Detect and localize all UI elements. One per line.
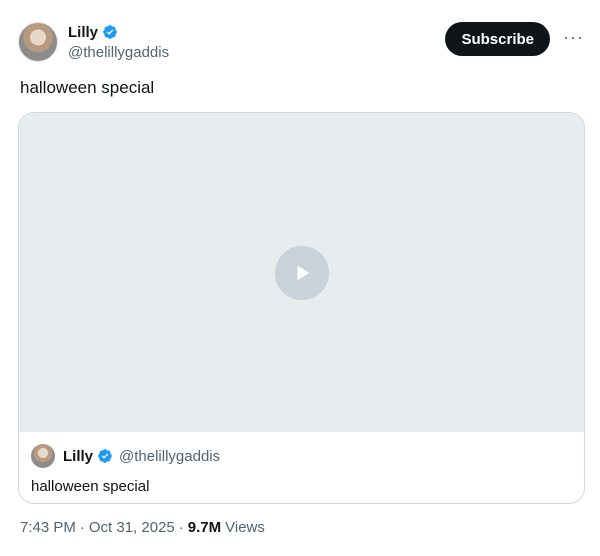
meta-separator: · bbox=[178, 519, 184, 536]
post-date[interactable]: Oct 31, 2025 bbox=[89, 519, 175, 536]
quoted-verified-badge-icon bbox=[98, 449, 112, 463]
post-meta: 7:43 PM · Oct 31, 2025 · 9.7M Views bbox=[20, 519, 265, 536]
handle[interactable]: @thelillygaddis bbox=[68, 44, 169, 61]
quoted-avatar[interactable] bbox=[31, 444, 55, 468]
post-time[interactable]: 7:43 PM bbox=[20, 519, 76, 536]
subscribe-button[interactable]: Subscribe bbox=[445, 22, 550, 56]
quoted-author-row: Lilly @thelillygaddis bbox=[31, 444, 572, 468]
display-name[interactable]: Lilly bbox=[68, 24, 98, 41]
quoted-display-name[interactable]: Lilly bbox=[63, 448, 93, 465]
quoted-handle[interactable]: @thelillygaddis bbox=[119, 448, 220, 465]
post: Lilly @thelillygaddis Subscribe ··· hall… bbox=[0, 0, 600, 556]
quoted-post: Lilly @thelillygaddis halloween special bbox=[31, 444, 572, 495]
views-label: Views bbox=[225, 519, 265, 536]
verified-badge-icon bbox=[103, 25, 117, 39]
meta-separator: · bbox=[79, 519, 85, 536]
views-count[interactable]: 9.7M bbox=[188, 519, 221, 536]
play-icon[interactable] bbox=[274, 245, 329, 300]
display-name-row: Lilly bbox=[68, 22, 169, 42]
video-placeholder[interactable] bbox=[19, 113, 584, 432]
more-horizontal-icon[interactable]: ··· bbox=[563, 28, 584, 46]
quoted-post-text: halloween special bbox=[31, 478, 150, 495]
author-info: Lilly @thelillygaddis bbox=[68, 22, 169, 62]
quoted-post-card[interactable]: Lilly @thelillygaddis halloween special bbox=[18, 112, 585, 504]
post-text: halloween special bbox=[20, 78, 155, 97]
avatar[interactable] bbox=[18, 22, 58, 62]
post-header: Lilly @thelillygaddis Subscribe ··· bbox=[18, 20, 584, 66]
